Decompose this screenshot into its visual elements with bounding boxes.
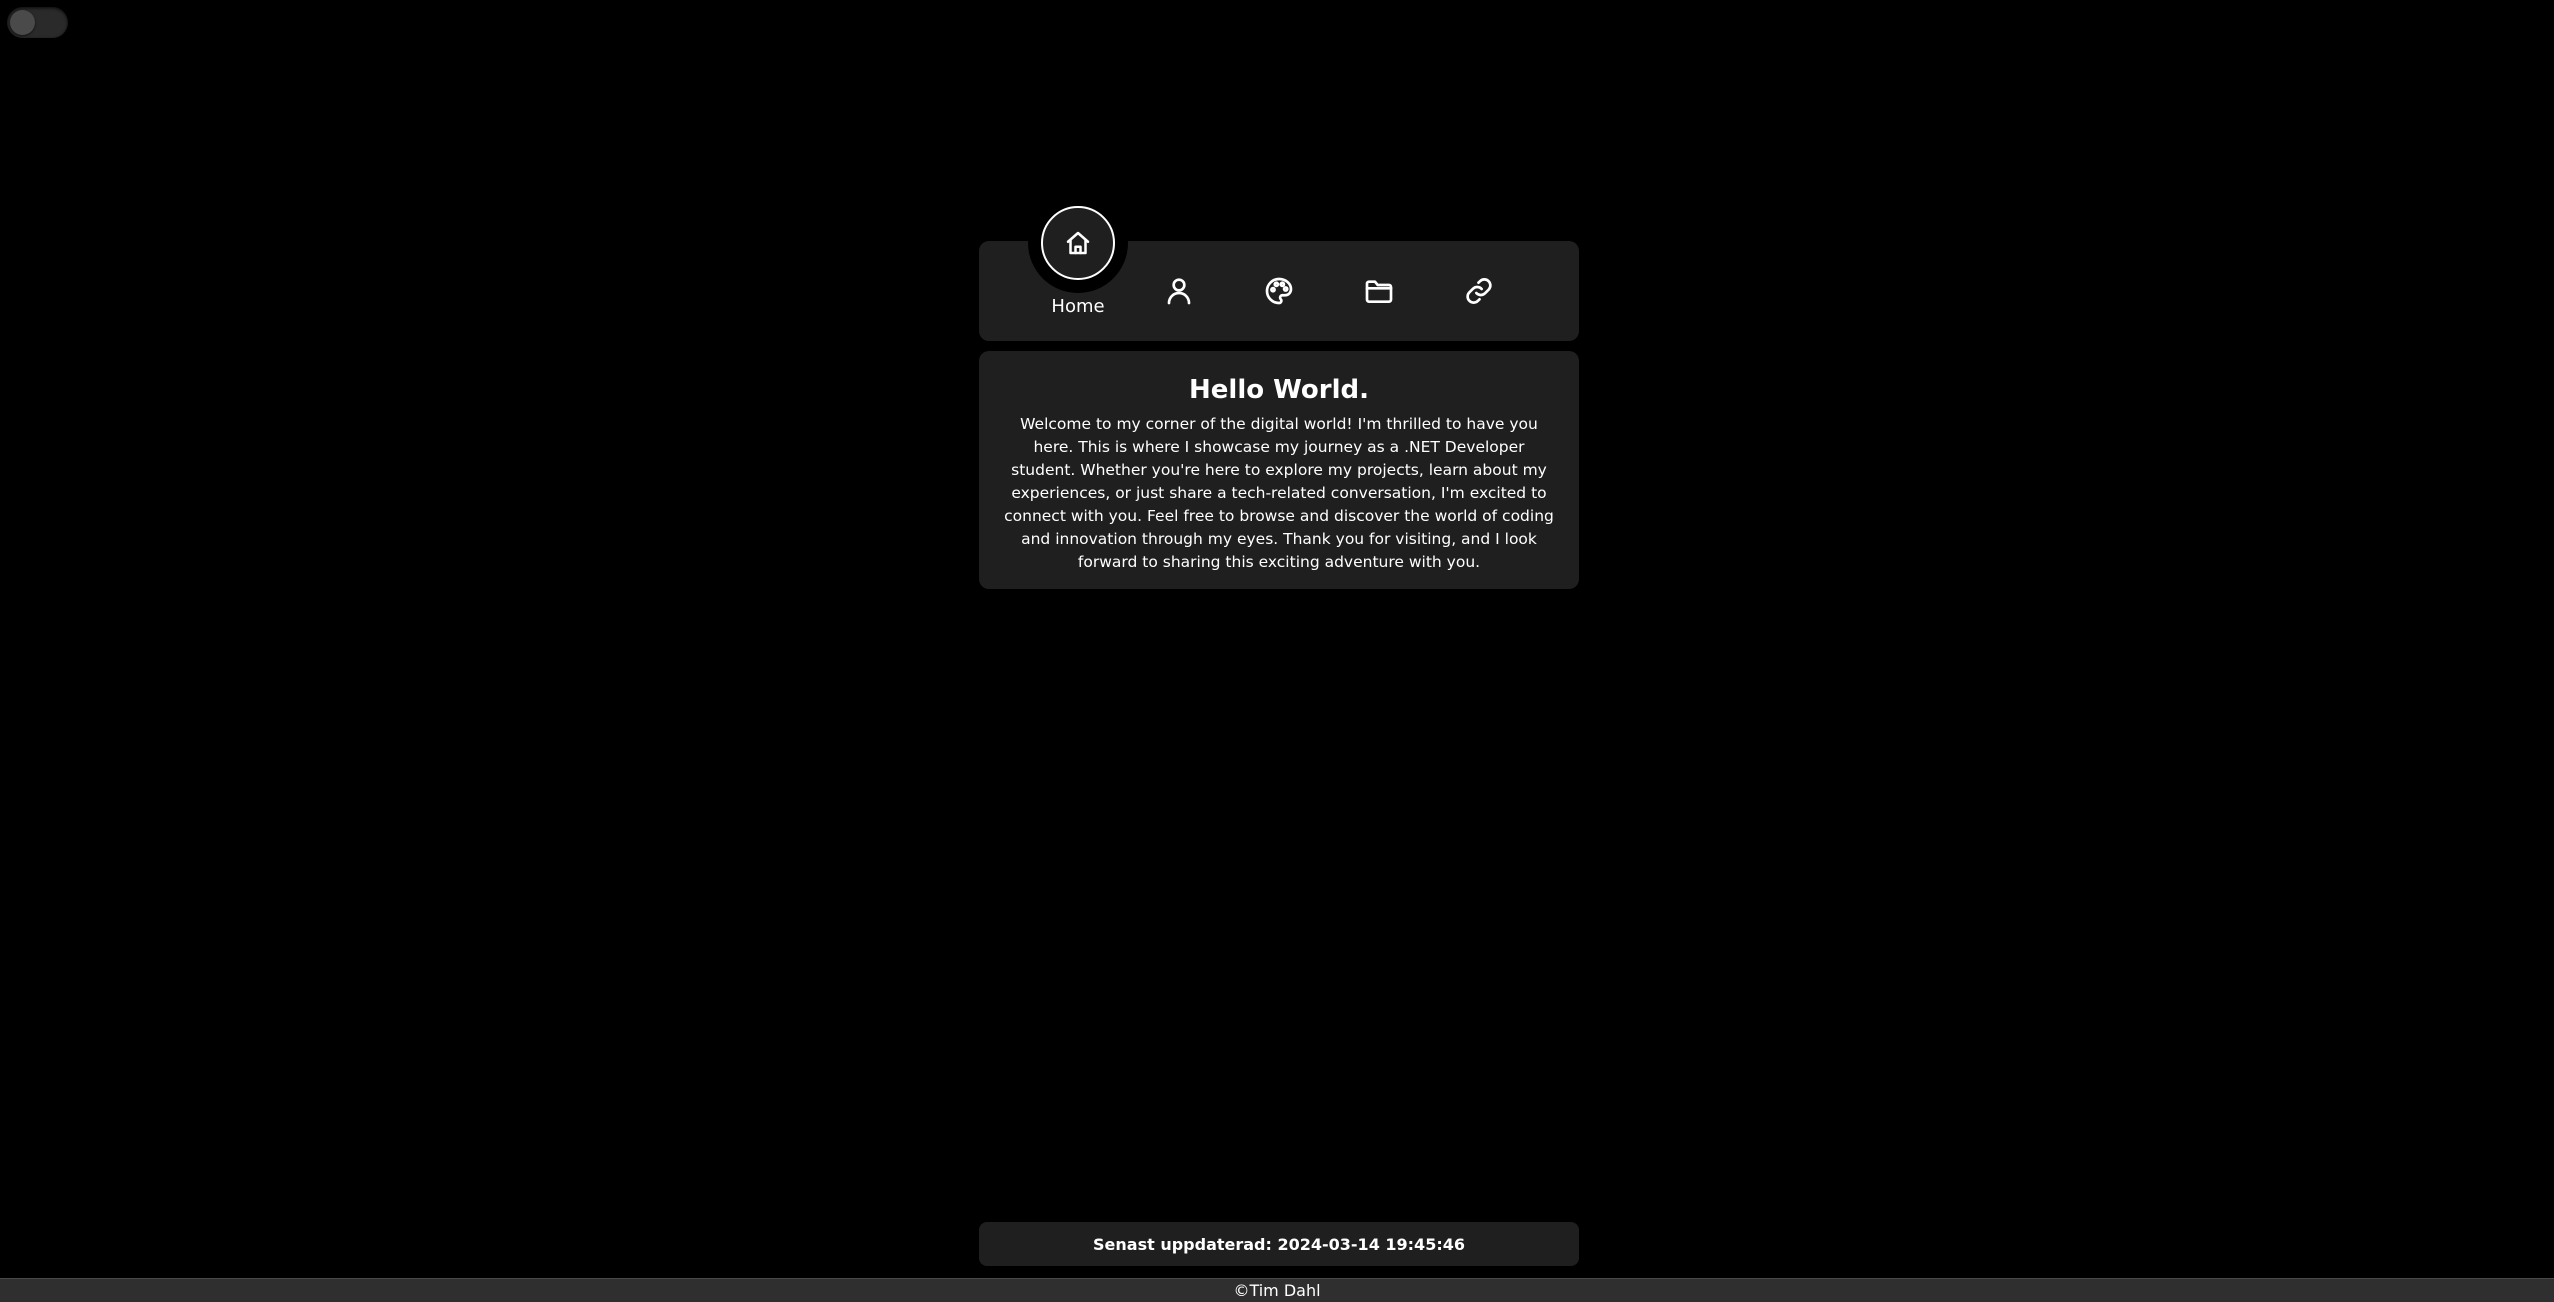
palette-icon <box>1265 277 1293 305</box>
nav-item-about[interactable] <box>1129 241 1229 341</box>
last-updated-label: Senast uppdaterad: 2024-03-14 19:45:46 <box>979 1222 1579 1266</box>
nav-item-projects[interactable] <box>1329 241 1429 341</box>
toggle-knob[interactable] <box>10 10 35 35</box>
page-title: Hello World. <box>1189 375 1369 405</box>
intro-card: Hello World. Welcome to my corner of the… <box>979 351 1579 589</box>
page: Home Hello World. Welcome to my corner o… <box>0 0 2554 1302</box>
home-icon <box>1066 231 1090 255</box>
nav-item-home[interactable] <box>1041 206 1115 280</box>
user-icon <box>1167 278 1191 305</box>
theme-toggle[interactable] <box>7 7 68 38</box>
footer: ©Tim Dahl <box>0 1278 2554 1302</box>
nav-item-design[interactable] <box>1229 241 1329 341</box>
nav-item-home-label[interactable]: Home <box>1028 296 1128 317</box>
intro-text: Welcome to my corner of the digital worl… <box>1004 415 1554 571</box>
folder-icon <box>1365 280 1393 303</box>
link-icon <box>1466 278 1492 304</box>
footer-copyright: ©Tim Dahl <box>1233 1281 1321 1300</box>
nav-item-links[interactable] <box>1429 241 1529 341</box>
